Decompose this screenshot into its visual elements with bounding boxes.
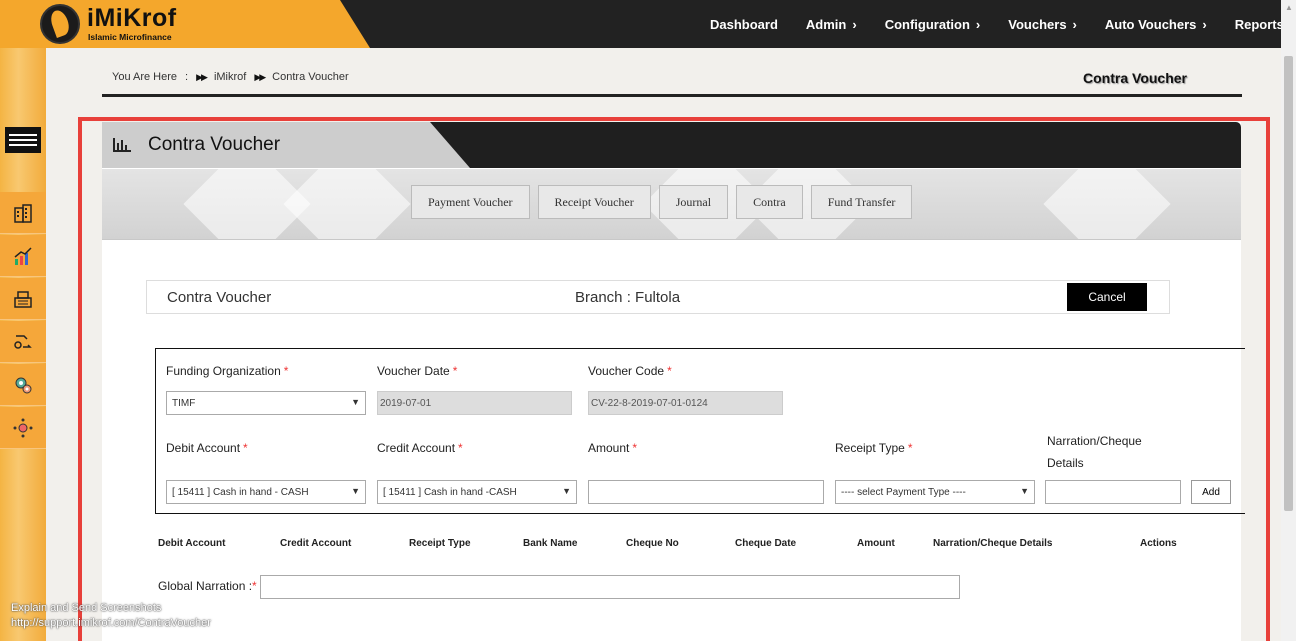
double-chevron-icon: ▶▶: [196, 71, 208, 82]
nav-label: Auto Vouchers: [1104, 16, 1197, 32]
breadcrumb-item-imikrof[interactable]: iMikrof: [214, 71, 246, 83]
network-gear-icon[interactable]: [0, 407, 46, 449]
nav-label: Configuration: [884, 16, 970, 32]
page-title: Contra Voucher: [1083, 70, 1187, 86]
nav-vouchers[interactable]: Vouchers ›: [1008, 17, 1077, 32]
vertical-scrollbar[interactable]: ▲: [1281, 0, 1296, 641]
nav-admin[interactable]: Admin ›: [806, 17, 857, 32]
nav-auto-vouchers[interactable]: Auto Vouchers ›: [1105, 17, 1207, 32]
brand-name[interactable]: iMiKrof: [87, 4, 177, 33]
nav-configuration[interactable]: Configuration ›: [885, 17, 981, 32]
top-navbar: iMiKrof Islamic Microfinance Dashboard A…: [0, 0, 1294, 48]
sidebar: [0, 48, 46, 641]
brand-tagline: Islamic Microfinance: [88, 32, 172, 42]
main-nav: Dashboard Admin › Configuration › Vouchers…: [710, 0, 1296, 48]
chevron-right-icon: ›: [1202, 16, 1207, 32]
hamburger-menu-icon[interactable]: [5, 127, 41, 153]
settings-gears-icon[interactable]: [0, 364, 46, 406]
nav-label: Dashboard: [710, 16, 778, 32]
nav-label: Admin: [805, 16, 847, 32]
breadcrumb: You Are Here : ▶▶ iMikrof ▶▶ Contra Vouc…: [112, 71, 349, 83]
chevron-right-icon: ›: [1072, 16, 1077, 32]
highlight-frame: [78, 117, 1270, 641]
nav-label: Reports: [1234, 16, 1284, 32]
breadcrumb-item-current: Contra Voucher: [272, 71, 349, 83]
chevron-right-icon: ›: [852, 16, 857, 32]
scrollbar-thumb[interactable]: [1284, 56, 1293, 511]
double-chevron-icon: ▶▶: [254, 71, 266, 82]
cash-register-icon[interactable]: [0, 278, 46, 320]
divider: [102, 94, 1242, 97]
chevron-right-icon: ›: [975, 16, 981, 32]
status-url: http://support.imikrof.com/ContraVoucher: [11, 617, 211, 629]
building-icon[interactable]: [0, 192, 46, 234]
growth-chart-icon[interactable]: [0, 235, 46, 277]
status-overlay: Explain and Send Screenshots http://supp…: [11, 601, 211, 631]
nav-dashboard[interactable]: Dashboard: [710, 17, 778, 32]
nav-label: Vouchers: [1008, 16, 1067, 32]
breadcrumb-colon: :: [185, 71, 189, 83]
status-line-1: Explain and Send Screenshots: [11, 602, 162, 614]
breadcrumb-prefix: You Are Here: [112, 71, 178, 83]
transfer-icon[interactable]: [0, 321, 46, 363]
scroll-up-icon[interactable]: ▲: [1285, 3, 1293, 12]
